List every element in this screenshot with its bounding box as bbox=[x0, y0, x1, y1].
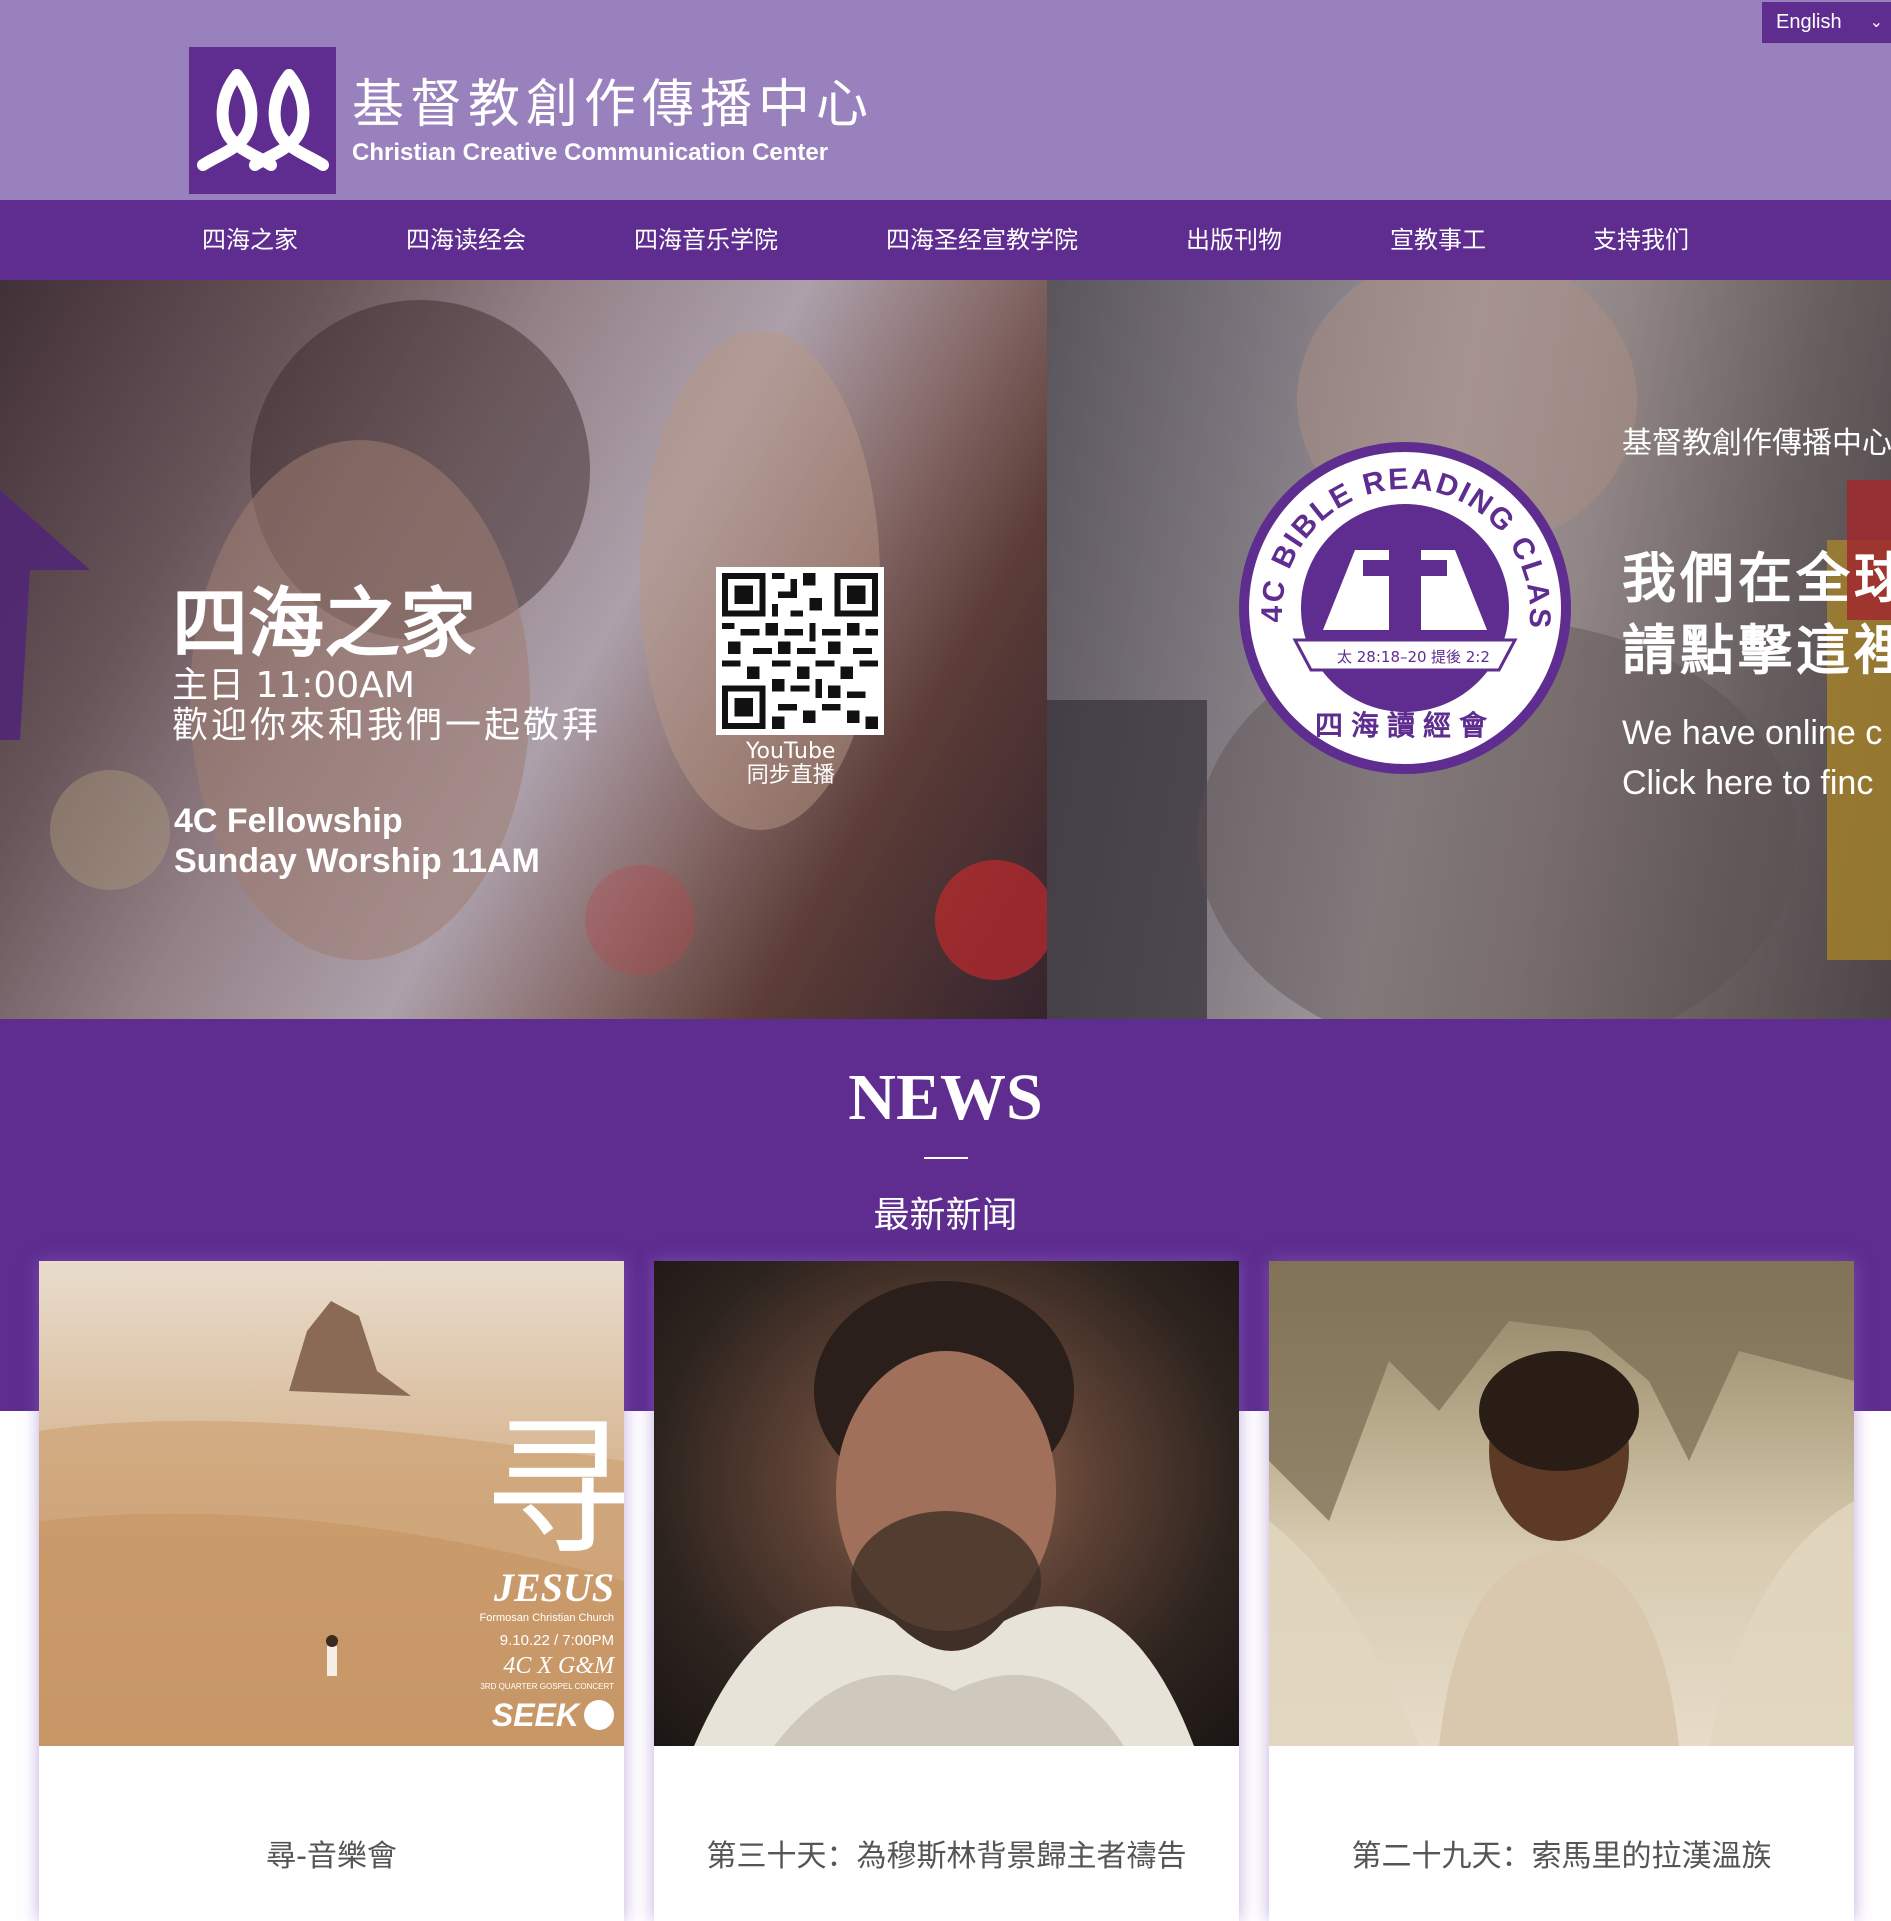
hero-welcome: 歡迎你來和我們一起敬拜 bbox=[172, 705, 602, 746]
poster-glyph: 寻 bbox=[484, 1403, 624, 1577]
logo-title-zh[interactable]: 基督教創作傳播中心 bbox=[352, 62, 874, 137]
poster-church: Formosan Christian Church bbox=[480, 1612, 615, 1624]
news-card-title[interactable]: 尋-音樂會 bbox=[39, 1831, 624, 1875]
news-card-title[interactable]: 第三十天：為穆斯林背景歸主者禱告 bbox=[654, 1831, 1239, 1875]
news-card-image[interactable]: 寻 JESUS Formosan Christian Church 9.10.2… bbox=[39, 1261, 624, 1746]
poster-jesus: JESUS bbox=[493, 1565, 614, 1610]
hero-org-name: 基督教創作傳播中心 bbox=[1622, 426, 1891, 461]
qr-caption-youtube: YouTube bbox=[746, 739, 836, 764]
news-divider bbox=[924, 1157, 968, 1159]
news-heading: NEWS bbox=[848, 1061, 1043, 1134]
badge-ref-left: 太 28:18–20 bbox=[1337, 648, 1427, 666]
logo-icon[interactable] bbox=[189, 47, 336, 194]
nav-item-missions[interactable]: 宣教事工 bbox=[1390, 200, 1486, 280]
poster-collab: 4C X G&M bbox=[503, 1653, 616, 1679]
qr-caption-live: 同步直播 bbox=[746, 763, 835, 788]
language-selector[interactable]: English ⌄ bbox=[1762, 2, 1891, 43]
hero-slide-worship[interactable]: 四海之家 主日 11:00AM 歡迎你來和我們一起敬拜 4C Fellowshi… bbox=[0, 280, 1047, 1019]
hero-slide-bible-reading[interactable]: 4C BIBLE READING CLASS 太 28:18–20 提後 2:2… bbox=[1047, 280, 1891, 1019]
nav-item-music-academy[interactable]: 四海音乐学院 bbox=[634, 200, 778, 280]
nav-item-bible-mission-college[interactable]: 四海圣经宣教学院 bbox=[886, 200, 1078, 280]
hero-en-time: Sunday Worship 11AM bbox=[174, 842, 540, 880]
hero-en-line-1: We have online c bbox=[1622, 714, 1883, 752]
news-subheading: 最新新闻 bbox=[873, 1195, 1018, 1236]
badge-ref-right: 提後 2:2 bbox=[1431, 648, 1490, 666]
nav-item-4c-home[interactable]: 四海之家 bbox=[202, 200, 298, 280]
nav-item-support-us[interactable]: 支持我们 bbox=[1593, 200, 1689, 280]
hero-carousel: 四海之家 主日 11:00AM 歡迎你來和我們一起敬拜 4C Fellowshi… bbox=[0, 280, 1891, 1019]
news-card-title[interactable]: 第二十九天：索馬里的拉漢溫族 bbox=[1269, 1831, 1854, 1875]
hero-en-title: 4C Fellowship bbox=[174, 802, 403, 840]
poster-seek: SEEK bbox=[492, 1697, 582, 1733]
hero-headline-1: 我們在全球 bbox=[1622, 547, 1891, 610]
badge-bottom-text: 四海讀經會 bbox=[1315, 709, 1495, 742]
poster-date: 9.10.22 / 7:00PM bbox=[500, 1632, 614, 1649]
nav-item-publications[interactable]: 出版刊物 bbox=[1186, 200, 1282, 280]
logo-title-en[interactable]: Christian Creative Communication Center bbox=[352, 139, 828, 167]
poster-series: 3RD QUARTER GOSPEL CONCERT bbox=[480, 1682, 614, 1691]
news-card-image[interactable] bbox=[654, 1261, 1239, 1746]
hero-overlay bbox=[0, 280, 1047, 1019]
bible-reading-class-badge: 4C BIBLE READING CLASS 太 28:18–20 提後 2:2… bbox=[1226, 414, 1573, 776]
news-card-image[interactable] bbox=[1269, 1261, 1854, 1746]
news-card[interactable]: 第三十天：為穆斯林背景歸主者禱告 bbox=[654, 1261, 1239, 1921]
nav-item-bible-reading[interactable]: 四海读经会 bbox=[406, 200, 526, 280]
main-nav: 四海之家 四海读经会 四海音乐学院 四海圣经宣教学院 出版刊物 宣教事工 支持我… bbox=[0, 200, 1891, 280]
site-header: English ⌄ 基督教創作傳播中心 Christian Creative C… bbox=[0, 0, 1891, 200]
news-card[interactable]: 第二十九天：索馬里的拉漢溫族 bbox=[1269, 1261, 1854, 1921]
chevron-down-icon: ⌄ bbox=[1869, 14, 1883, 31]
youtube-qr-code[interactable] bbox=[716, 567, 884, 735]
language-label: English bbox=[1776, 11, 1842, 33]
hero-en-line-2[interactable]: Click here to finc bbox=[1622, 764, 1873, 803]
qr-caption: YouTube 同步直播 bbox=[746, 740, 835, 788]
hero-headline-2[interactable]: 請點擊這裡 bbox=[1622, 606, 1891, 685]
news-card[interactable]: 寻 JESUS Formosan Christian Church 9.10.2… bbox=[39, 1261, 624, 1921]
